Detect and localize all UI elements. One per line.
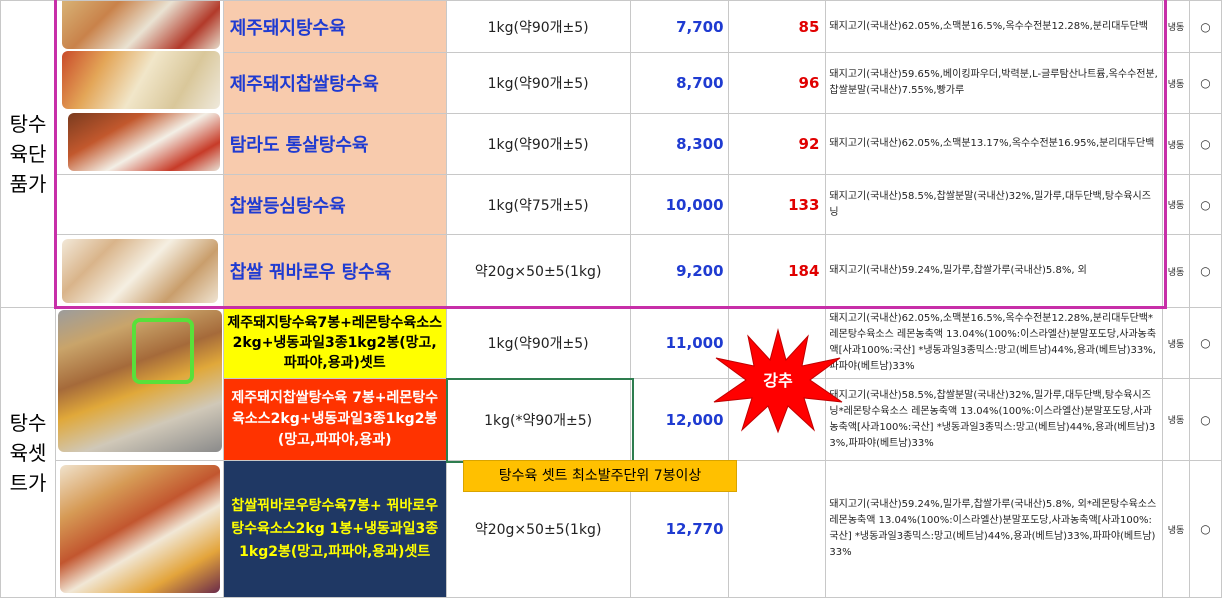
product-photo-group-1	[54, 0, 224, 175]
product-photo	[54, 460, 224, 598]
product-ingredients: 돼지고기(국내산)62.05%,소맥분16.5%,옥수수전분12.28%,분리대…	[825, 0, 1163, 53]
product-spec: 약20g×50±5(1kg)	[445, 234, 631, 308]
food-photo	[61, 51, 220, 109]
food-photo	[61, 1, 220, 49]
product-spec: 1kg(약90개±5)	[445, 113, 631, 175]
availability-mark: ○	[1188, 460, 1222, 598]
product-ingredients: 돼지고기(국내산)58.5%,찹쌀분말(국내산)32%,밀가루,대두단백,탕수육…	[825, 174, 1163, 235]
availability-mark: ○	[1188, 307, 1222, 379]
availability-mark: ○	[1188, 0, 1222, 53]
product-name: 찹쌀등심탕수육	[222, 174, 447, 235]
table-row: 찹쌀 꿔바로우 탕수육 약20g×50±5(1kg) 9,200 184 돼지고…	[1, 234, 1222, 308]
product-quantity: 85	[727, 0, 827, 53]
product-quantity: 133	[727, 174, 827, 235]
storage-type: 냉동	[1162, 0, 1190, 53]
recommend-burst-label: 강추	[763, 371, 793, 390]
product-quantity: 92	[727, 113, 827, 175]
product-name: 제주돼지찹쌀탕수육 7봉+레몬탕수육소스2kg+냉동과일3종1kg2봉(망고,파…	[222, 378, 447, 461]
product-spec: 1kg(*약90개±5)	[445, 378, 631, 461]
product-spec: 1kg(약90개±5)	[445, 0, 631, 53]
product-spec: 1kg(약75개±5)	[445, 174, 631, 235]
table-row: 탕수육셋트가 제주돼지탕수육7봉+레몬탕수육소스2kg+냉동과일3종1kg2봉(…	[0, 307, 1222, 598]
food-photo	[59, 465, 220, 593]
product-spec: 1kg(약90개±5)	[445, 307, 631, 379]
product-quantity	[727, 460, 827, 598]
product-name: 찹쌀꿔바로우탕수육7봉+ 꿔바로우탕수육소스2kg 1봉+냉동과일3종1kg2봉…	[222, 460, 447, 598]
category-single-label: 탕수육단품가	[0, 0, 56, 308]
product-ingredients: 돼지고기(국내산)58.5%,찹쌀분말(국내산)32%,밀가루,대두단백,탕수육…	[825, 378, 1163, 461]
product-price: 8,300	[629, 113, 729, 175]
availability-mark: ○	[1188, 113, 1222, 175]
food-photo	[67, 113, 220, 171]
product-photo-group-2	[54, 307, 224, 461]
product-name: 제주돼지탕수육7봉+레몬탕수육소스2kg+냉동과일3종1kg2봉(망고,파파야,…	[222, 307, 447, 379]
food-photo	[61, 239, 218, 303]
product-price: 10,000	[629, 174, 729, 235]
storage-type: 냉동	[1162, 234, 1190, 308]
product-name: 제주돼지탕수육	[222, 0, 447, 53]
highlight-box	[131, 318, 194, 384]
product-price-table: 탕수육단품가 제주돼지탕수육 1kg(약90개±5) 7,700 85 돼지고기…	[0, 0, 1222, 598]
storage-type: 냉동	[1162, 113, 1190, 175]
product-name: 탐라도 통살탕수육	[222, 113, 447, 175]
product-ingredients: 돼지고기(국내산)59.24%,밀가루,찹쌀가루(국내산)5.8%, 외*레몬탕…	[825, 460, 1163, 598]
availability-mark: ○	[1188, 234, 1222, 308]
product-photo-empty	[54, 174, 224, 235]
product-ingredients: 돼지고기(국내산)59.24%,밀가루,찹쌀가루(국내산)5.8%, 외	[825, 234, 1163, 308]
product-quantity: 184	[727, 234, 827, 308]
storage-type: 냉동	[1162, 460, 1190, 598]
availability-mark: ○	[1188, 52, 1222, 114]
storage-type: 냉동	[1162, 378, 1190, 461]
availability-mark: ○	[1188, 174, 1222, 235]
product-name: 찹쌀 꿔바로우 탕수육	[222, 234, 447, 308]
table-row: 찹쌀등심탕수육 1kg(약75개±5) 10,000 133 돼지고기(국내산)…	[1, 174, 1222, 235]
product-price: 8,700	[629, 52, 729, 114]
storage-type: 냉동	[1162, 307, 1190, 379]
storage-type: 냉동	[1162, 52, 1190, 114]
product-ingredients: 돼지고기(국내산)59.65%,베이킹파우더,박력분,L-글루탐산나트륨,옥수수…	[825, 52, 1163, 114]
storage-type: 냉동	[1162, 174, 1190, 235]
availability-mark: ○	[1188, 378, 1222, 461]
product-quantity: 96	[727, 52, 827, 114]
product-spec: 1kg(약90개±5)	[445, 52, 631, 114]
product-photo	[54, 234, 224, 308]
product-price: 7,700	[629, 0, 729, 53]
product-name: 제주돼지찹쌀탕수육	[222, 52, 447, 114]
product-price: 9,200	[629, 234, 729, 308]
table-row: 탕수육단품가 제주돼지탕수육 1kg(약90개±5) 7,700 85 돼지고기…	[0, 0, 1222, 308]
product-ingredients: 돼지고기(국내산)62.05%,소맥분13.17%,옥수수전분16.95%,분리…	[825, 113, 1163, 175]
product-ingredients: 돼지고기(국내산)62.05%,소맥분16.5%,옥수수전분12.28%,분리대…	[825, 307, 1163, 379]
category-set-label: 탕수육셋트가	[0, 307, 56, 598]
minimum-order-note: 탕수육 셋트 최소발주단위 7봉이상	[463, 460, 737, 492]
